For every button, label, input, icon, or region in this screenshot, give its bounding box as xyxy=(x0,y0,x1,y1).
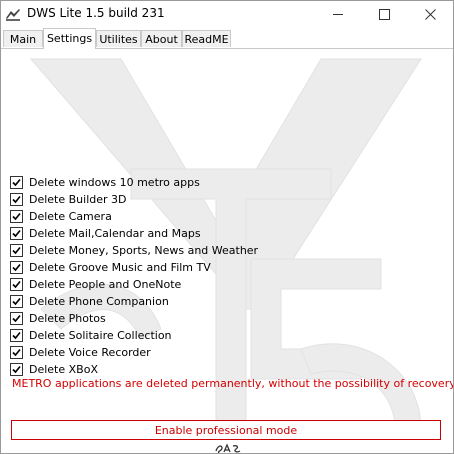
checkbox[interactable] xyxy=(10,227,23,240)
checkbox[interactable] xyxy=(10,176,23,189)
option-row[interactable]: Delete Voice Recorder xyxy=(10,344,258,361)
checkmark-icon xyxy=(12,365,21,374)
option-label[interactable]: Delete Money, Sports, News and Weather xyxy=(29,244,258,257)
option-row[interactable]: Delete Photos xyxy=(10,310,258,327)
checkbox[interactable] xyxy=(10,346,23,359)
checkmark-icon xyxy=(12,331,21,340)
checkmark-icon xyxy=(12,212,21,221)
checkmark-icon xyxy=(12,348,21,357)
app-window: DWS Lite 1.5 build 231 Main Settings Uti… xyxy=(0,0,454,454)
checkmark-icon xyxy=(12,195,21,204)
checkmark-icon xyxy=(12,297,21,306)
tab-about[interactable]: About xyxy=(141,30,182,47)
checkmark-icon xyxy=(12,280,21,289)
option-label[interactable]: Delete Builder 3D xyxy=(29,193,127,206)
checkbox[interactable] xyxy=(10,210,23,223)
option-row[interactable]: Delete XBoX xyxy=(10,361,258,378)
option-row[interactable]: Delete Solitaire Collection xyxy=(10,327,258,344)
tab-main[interactable]: Main xyxy=(3,30,43,47)
minimize-icon xyxy=(333,13,343,15)
option-row[interactable]: Delete Money, Sports, News and Weather xyxy=(10,242,258,259)
pro-button-label: Enable professional mode xyxy=(154,423,298,437)
checkmark-icon xyxy=(12,314,21,323)
option-row[interactable]: Delete Groove Music and Film TV xyxy=(10,259,258,276)
checkmark-icon xyxy=(12,263,21,272)
checkbox[interactable] xyxy=(10,193,23,206)
option-label[interactable]: Delete Mail,Calendar and Maps xyxy=(29,227,201,240)
tab-readme[interactable]: ReadME xyxy=(182,30,231,47)
option-label[interactable]: Delete XBoX xyxy=(29,363,98,376)
checkbox[interactable] xyxy=(10,278,23,291)
settings-panel: Delete windows 10 metro apps Delete Buil… xyxy=(1,49,453,453)
close-icon xyxy=(424,8,436,20)
checkbox[interactable] xyxy=(10,261,23,274)
option-row[interactable]: Delete Phone Companion xyxy=(10,293,258,310)
checkbox[interactable] xyxy=(10,244,23,257)
close-button[interactable] xyxy=(407,1,453,27)
minimize-button[interactable] xyxy=(315,1,361,27)
tab-utilites[interactable]: Utilites xyxy=(96,30,141,47)
option-label[interactable]: Delete People and OneNote xyxy=(29,278,181,291)
option-label[interactable]: Delete Solitaire Collection xyxy=(29,329,172,342)
option-row[interactable]: Delete Camera xyxy=(10,208,258,225)
metro-app-options: Delete windows 10 metro apps Delete Buil… xyxy=(10,174,258,378)
checkbox[interactable] xyxy=(10,312,23,325)
tab-settings[interactable]: Settings xyxy=(43,28,96,49)
option-label[interactable]: Delete windows 10 metro apps xyxy=(29,176,200,189)
checkbox[interactable] xyxy=(10,295,23,308)
author-signature-icon xyxy=(215,443,241,453)
checkbox[interactable] xyxy=(10,363,23,376)
option-label[interactable]: Delete Voice Recorder xyxy=(29,346,151,359)
checkmark-icon xyxy=(12,229,21,238)
tab-bar: Main Settings Utilites About ReadME xyxy=(1,28,453,49)
option-label[interactable]: Delete Camera xyxy=(29,210,112,223)
option-label[interactable]: Delete Phone Companion xyxy=(29,295,169,308)
maximize-icon xyxy=(378,8,390,20)
checkbox[interactable] xyxy=(10,329,23,342)
option-label[interactable]: Delete Photos xyxy=(29,312,106,325)
option-row[interactable]: Delete People and OneNote xyxy=(10,276,258,293)
option-label[interactable]: Delete Groove Music and Film TV xyxy=(29,261,211,274)
app-logo-icon xyxy=(5,7,21,21)
warning-text: METRO applications are deleted permanent… xyxy=(12,377,454,390)
enable-professional-mode-button[interactable]: Enable professional mode xyxy=(11,420,441,440)
window-title: DWS Lite 1.5 build 231 xyxy=(27,6,165,20)
option-row[interactable]: Delete windows 10 metro apps xyxy=(10,174,258,191)
maximize-button[interactable] xyxy=(361,1,407,27)
checkmark-icon xyxy=(12,246,21,255)
checkmark-icon xyxy=(12,178,21,187)
title-bar[interactable]: DWS Lite 1.5 build 231 xyxy=(1,1,453,27)
option-row[interactable]: Delete Mail,Calendar and Maps xyxy=(10,225,258,242)
option-row[interactable]: Delete Builder 3D xyxy=(10,191,258,208)
